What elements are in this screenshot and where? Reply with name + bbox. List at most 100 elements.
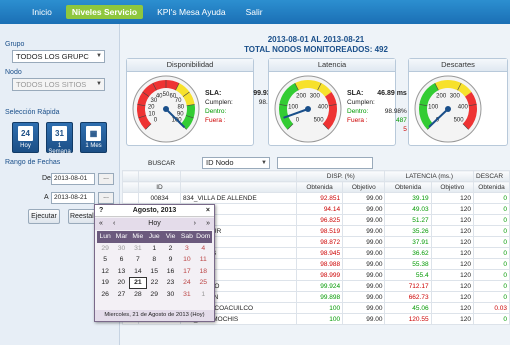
search-input[interactable]	[277, 157, 373, 169]
ejecutar-button[interactable]: Ejecutar	[28, 209, 60, 224]
mes-button[interactable]: ▦ 1 Mes	[80, 122, 107, 153]
calendar-day[interactable]: 15	[146, 266, 162, 278]
descartes-panel: Descartes 0 100 200 300 400 500	[408, 58, 508, 146]
disp-objetivo: 99.00	[342, 280, 386, 292]
col-desc-obtenida[interactable]: Obtenida	[473, 181, 510, 193]
desc-obtenida: 0	[473, 291, 510, 303]
prev-month-button[interactable]: ‹	[113, 218, 115, 230]
calendar-day[interactable]: 17	[179, 266, 195, 278]
disp-objetivo: 99.00	[342, 203, 386, 215]
calendar-day[interactable]: 2	[162, 243, 178, 255]
gauge-tick-label: 100	[288, 105, 299, 111]
gauge-tick-label: 10	[148, 112, 155, 118]
calendar-day[interactable]: 29	[97, 243, 113, 255]
lat-obtenida: 45.06	[384, 302, 432, 314]
nav-salir[interactable]: Salir	[240, 5, 269, 19]
calendar-day[interactable]: 23	[162, 277, 178, 289]
lat-objetivo: 120	[430, 313, 475, 325]
disp-objetivo: 99.00	[342, 313, 386, 325]
fecha-a-picker-button[interactable]: ...	[98, 192, 114, 204]
nav-niveles-servicio[interactable]: Niveles Servicio	[65, 5, 144, 19]
col-disp-objetivo[interactable]: Objetivo	[342, 181, 386, 193]
chevron-down-icon: ▼	[96, 81, 102, 87]
nav-kpis-mesa-ayuda[interactable]: KPI's Mesa Ayuda	[151, 5, 232, 19]
disp-obtenida: 98.999	[295, 269, 344, 281]
calendar-day[interactable]: 28	[130, 289, 146, 301]
fecha-a-input[interactable]: 2013-08-21	[51, 192, 95, 204]
calendar-day[interactable]: 1	[195, 289, 211, 301]
calendar-day[interactable]: 27	[113, 289, 129, 301]
gauge-tick-label: 400	[318, 105, 329, 111]
lat-obtenida: 662.73	[384, 291, 432, 303]
calendar-day[interactable]: 5	[97, 254, 113, 266]
calendar-day[interactable]: 22	[146, 277, 162, 289]
calendar-day[interactable]: 1	[146, 243, 162, 255]
desc-obtenida: 0	[473, 269, 510, 281]
next-month-button[interactable]: ›	[194, 218, 196, 230]
latencia-stats: SLA: 46.89 ms Cumplen: 98.98% Dentro: 487 F…	[347, 90, 407, 133]
row-number	[122, 192, 139, 204]
calendar-day[interactable]: 20	[113, 277, 129, 289]
desc-obtenida: 0	[473, 225, 510, 237]
calendar-day[interactable]: 30	[113, 243, 129, 255]
calendar-day[interactable]: 31	[130, 243, 146, 255]
disp-obtenida: 92.851	[295, 192, 344, 204]
col-lat-obtenida[interactable]: Obtenida	[384, 181, 432, 193]
close-icon[interactable]: ×	[206, 205, 210, 217]
help-icon[interactable]: ?	[99, 205, 103, 217]
panel-title: Descartes	[409, 59, 507, 72]
semana-button[interactable]: 31 1 Semana	[46, 122, 73, 155]
lat-obtenida: 49.03	[384, 203, 432, 215]
disp-obtenida: 99.898	[295, 291, 344, 303]
calendar-day[interactable]: 19	[97, 277, 113, 289]
fecha-de-input[interactable]: 2013-08-01	[51, 173, 95, 185]
calendar-day[interactable]: 9	[162, 254, 178, 266]
calendar-day[interactable]: 8	[146, 254, 162, 266]
calendar-day[interactable]: 14	[130, 266, 146, 278]
calendar-day[interactable]: 3	[179, 243, 195, 255]
search-field-select[interactable]: ID Nodo ▼	[202, 157, 270, 169]
calendar-day[interactable]: 7	[130, 254, 146, 266]
calendar-day[interactable]: 16	[162, 266, 178, 278]
desc-obtenida: 0	[473, 258, 510, 270]
top-nav: Inicio Niveles Servicio KPI's Mesa Ayuda…	[0, 0, 510, 24]
gauge-tick-label: 200	[296, 94, 307, 100]
calendar-day[interactable]: 12	[97, 266, 113, 278]
grupo-select[interactable]: TODOS LOS GRUPC ▼	[12, 50, 105, 63]
nav-inicio[interactable]: Inicio	[26, 5, 58, 19]
col-name	[180, 181, 297, 193]
calendar-day[interactable]: 31	[179, 289, 195, 301]
calendar-day[interactable]: 18	[195, 266, 211, 278]
hoy-button[interactable]: 24 Hoy	[12, 122, 39, 153]
calendar-day[interactable]: 6	[113, 254, 129, 266]
today-button[interactable]: Hoy	[148, 220, 160, 227]
disponibilidad-panel: Disponibilidad 0102030405060708090100 SL…	[126, 58, 281, 146]
calendar-day-icon: 24	[18, 126, 33, 141]
disp-objetivo: 99.00	[342, 291, 386, 303]
col-lat-objetivo[interactable]: Objetivo	[430, 181, 475, 193]
calendar-day[interactable]: 25	[195, 277, 211, 289]
calendar-day[interactable]: 30	[162, 289, 178, 301]
table-header-row: ID Obtenida Objetivo Obtenida Objetivo O…	[122, 181, 510, 193]
table-row[interactable]: 00834 834_VILLA DE ALLENDE 92.851 99.00 39.1…	[122, 192, 510, 204]
col-disp-obtenida[interactable]: Obtenida	[295, 181, 344, 193]
calendar-day[interactable]: 26	[97, 289, 113, 301]
next-year-button[interactable]: »	[206, 218, 210, 230]
latencia-panel: Latencia 0 100 200 300 400 500 SLA: 46.89 ms C…	[268, 58, 407, 146]
prev-year-button[interactable]: «	[99, 218, 103, 230]
calendar-day[interactable]: 10	[179, 254, 195, 266]
disp-objetivo: 99.00	[342, 302, 386, 314]
disp-objetivo: 99.00	[342, 236, 386, 248]
calendar-day[interactable]: 24	[179, 277, 195, 289]
col-id[interactable]: ID	[138, 181, 181, 193]
fecha-de-picker-button[interactable]: ...	[98, 173, 114, 185]
descartes-gauge: 0100200 300400500	[414, 75, 482, 143]
nodo-select[interactable]: TODOS LOS SITIOS ▼	[12, 78, 105, 91]
calendar-day[interactable]: 29	[146, 289, 162, 301]
calendar-day[interactable]: 21	[129, 276, 147, 289]
weekday-header: Vie	[162, 231, 179, 243]
calendar-day[interactable]: 11	[195, 254, 211, 266]
desc-obtenida: 0	[473, 247, 510, 259]
calendar-day[interactable]: 4	[195, 243, 211, 255]
calendar-day[interactable]: 13	[113, 266, 129, 278]
